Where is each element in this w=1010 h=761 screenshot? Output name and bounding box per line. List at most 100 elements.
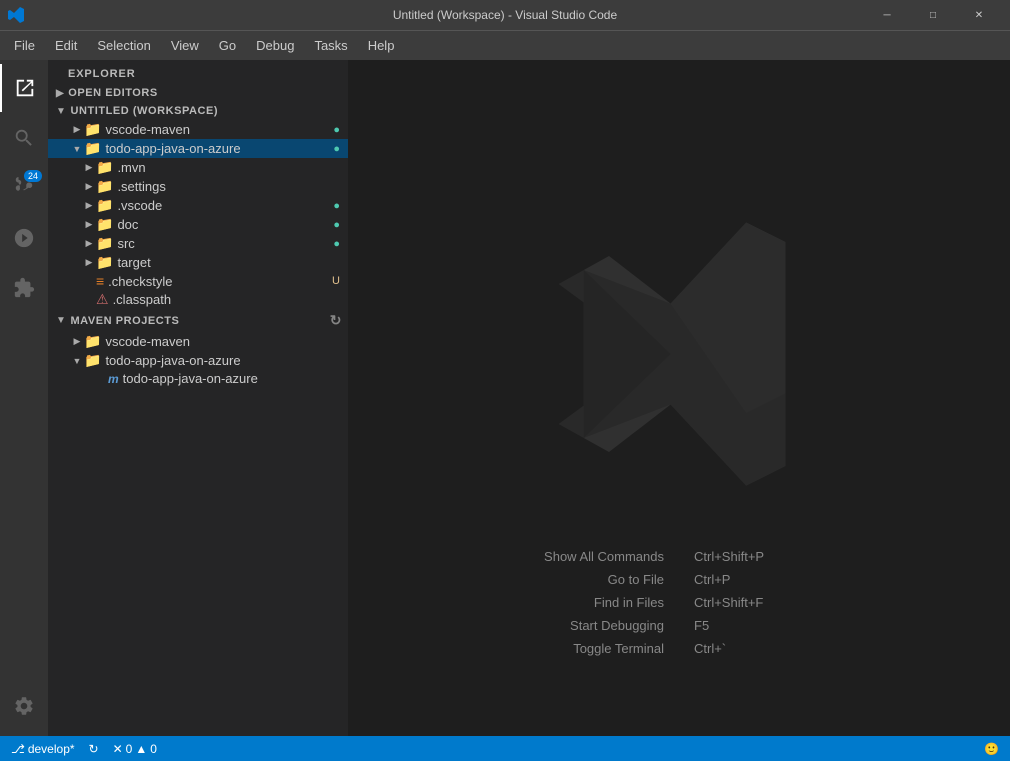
minimize-button[interactable]: ─ [864, 0, 910, 30]
doc-label: doc [117, 217, 333, 232]
menu-tasks[interactable]: Tasks [304, 34, 357, 57]
vscode-maven-label: vscode-maven [105, 122, 333, 137]
find-files-key: Ctrl+Shift+F [694, 595, 829, 610]
maven-todo-arrow: ▼ [70, 356, 84, 366]
settings-label: .settings [117, 179, 348, 194]
branch-status[interactable]: ⎇ develop* [6, 736, 80, 761]
src-arrow: ▶ [82, 238, 96, 249]
tree-item-target[interactable]: ▶ 📁 target [48, 253, 348, 272]
maven-folder-icon-todo: 📁 [84, 352, 101, 369]
close-button[interactable]: ✕ [956, 0, 1002, 30]
tree-item-settings[interactable]: ▶ 📁 .settings [48, 177, 348, 196]
show-all-commands-key: Ctrl+Shift+P [694, 549, 829, 564]
maven-todo-label: todo-app-java-on-azure [105, 353, 348, 368]
target-arrow: ▶ [82, 257, 96, 268]
open-editors-label: OPEN EDITORS [68, 87, 158, 99]
toggle-terminal-label: Toggle Terminal [529, 641, 664, 656]
window-controls: ─ □ ✕ [864, 0, 1002, 30]
menu-bar: File Edit Selection View Go Debug Tasks … [0, 30, 1010, 60]
menu-go[interactable]: Go [209, 34, 246, 57]
open-editors-arrow: ▶ [56, 88, 64, 99]
folder-icon-vscode: 📁 [96, 197, 113, 214]
maven-vscode-arrow: ▶ [70, 336, 84, 347]
maven-child-label: todo-app-java-on-azure [123, 371, 348, 386]
target-label: target [117, 255, 348, 270]
goto-file-label: Go to File [529, 572, 664, 587]
menu-edit[interactable]: Edit [45, 34, 87, 57]
shortcuts-panel: Show All Commands Ctrl+Shift+P Go to Fil… [529, 549, 829, 656]
vscode-maven-badge: ● [333, 124, 340, 136]
shortcut-row-start-debug: Start Debugging F5 [529, 618, 829, 633]
todo-app-arrow: ▼ [70, 144, 84, 154]
menu-debug[interactable]: Debug [246, 34, 304, 57]
mvn-arrow: ▶ [82, 162, 96, 173]
extensions-activity-icon[interactable] [0, 264, 48, 312]
classpath-label: .classpath [113, 292, 348, 307]
menu-view[interactable]: View [161, 34, 209, 57]
folder-icon-doc: 📁 [96, 216, 113, 233]
open-editors-section[interactable]: ▶ OPEN EDITORS [48, 84, 348, 102]
maven-item-todo-app[interactable]: ▼ 📁 todo-app-java-on-azure [48, 351, 348, 370]
shortcut-row-toggle-terminal: Toggle Terminal Ctrl+` [529, 641, 829, 656]
folder-icon: 📁 [84, 121, 101, 138]
maven-section[interactable]: ▼ MAVEN PROJECTS ↻ [48, 309, 348, 332]
sync-status[interactable]: ↻ [84, 736, 104, 761]
shortcut-row-goto-file: Go to File Ctrl+P [529, 572, 829, 587]
tree-item-todo-app[interactable]: ▼ 📁 todo-app-java-on-azure ● [48, 139, 348, 158]
start-debugging-label: Start Debugging [529, 618, 664, 633]
warning-icon: ▲ [135, 742, 147, 756]
maven-folder-icon: 📁 [84, 333, 101, 350]
main-layout: 24 Explorer ▶ OPEN EDITORS ▼ UN [0, 60, 1010, 736]
src-label: src [117, 236, 333, 251]
settings-activity-icon[interactable] [0, 682, 48, 730]
git-branch-icon: ⎇ [11, 742, 25, 756]
maven-refresh-button[interactable]: ↻ [330, 312, 342, 329]
tree-item-checkstyle[interactable]: ≡ .checkstyle U [48, 272, 348, 290]
vscode-maven-arrow: ▶ [70, 124, 84, 135]
sidebar: Explorer ▶ OPEN EDITORS ▼ UNTITLED (WORK… [48, 60, 348, 736]
folder-icon-settings: 📁 [96, 178, 113, 195]
maven-arrow: ▼ [56, 315, 66, 326]
sync-icon: ↻ [89, 742, 99, 756]
maven-item-vscode-maven[interactable]: ▶ 📁 vscode-maven [48, 332, 348, 351]
tree-item-src[interactable]: ▶ 📁 src ● [48, 234, 348, 253]
checkstyle-badge: U [332, 275, 340, 287]
todo-app-label: todo-app-java-on-azure [105, 141, 333, 156]
workspace-section[interactable]: ▼ UNTITLED (WORKSPACE) [48, 102, 348, 120]
tree-item-vscode[interactable]: ▶ 📁 .vscode ● [48, 196, 348, 215]
title-bar: Untitled (Workspace) - Visual Studio Cod… [0, 0, 1010, 30]
explorer-activity-icon[interactable] [0, 64, 48, 112]
settings-arrow: ▶ [82, 181, 96, 192]
checkstyle-icon: ≡ [96, 273, 104, 289]
show-all-commands-label: Show All Commands [529, 549, 664, 564]
vscode-logo [539, 214, 819, 497]
debug-activity-icon[interactable] [0, 214, 48, 262]
goto-file-key: Ctrl+P [694, 572, 829, 587]
tree-item-classpath[interactable]: ⚠ .classpath [48, 290, 348, 309]
tree-item-vscode-maven[interactable]: ▶ 📁 vscode-maven ● [48, 120, 348, 139]
shortcut-row-all-commands: Show All Commands Ctrl+Shift+P [529, 549, 829, 564]
search-activity-icon[interactable] [0, 114, 48, 162]
menu-file[interactable]: File [4, 34, 45, 57]
smiley-status[interactable]: 🙂 [979, 736, 1004, 761]
error-icon: ✕ [113, 742, 123, 756]
folder-icon-todo: 📁 [84, 140, 101, 157]
workspace-arrow: ▼ [56, 106, 66, 117]
scm-activity-icon[interactable]: 24 [0, 164, 48, 212]
maximize-button[interactable]: □ [910, 0, 956, 30]
folder-icon-src: 📁 [96, 235, 113, 252]
tree-item-doc[interactable]: ▶ 📁 doc ● [48, 215, 348, 234]
branch-name: develop* [28, 742, 75, 756]
workspace-label: UNTITLED (WORKSPACE) [70, 105, 218, 117]
maven-vscode-maven-label: vscode-maven [105, 334, 348, 349]
errors-status[interactable]: ✕ 0 ▲ 0 [108, 736, 162, 761]
vscode-folder-arrow: ▶ [82, 200, 96, 211]
menu-selection[interactable]: Selection [87, 34, 160, 57]
maven-label: MAVEN PROJECTS [70, 315, 179, 327]
tree-item-mvn[interactable]: ▶ 📁 .mvn [48, 158, 348, 177]
classpath-icon: ⚠ [96, 291, 109, 308]
menu-help[interactable]: Help [358, 34, 405, 57]
maven-icon: m [108, 372, 119, 386]
app-icon [8, 7, 24, 23]
maven-item-todo-app-child[interactable]: m todo-app-java-on-azure [48, 370, 348, 387]
